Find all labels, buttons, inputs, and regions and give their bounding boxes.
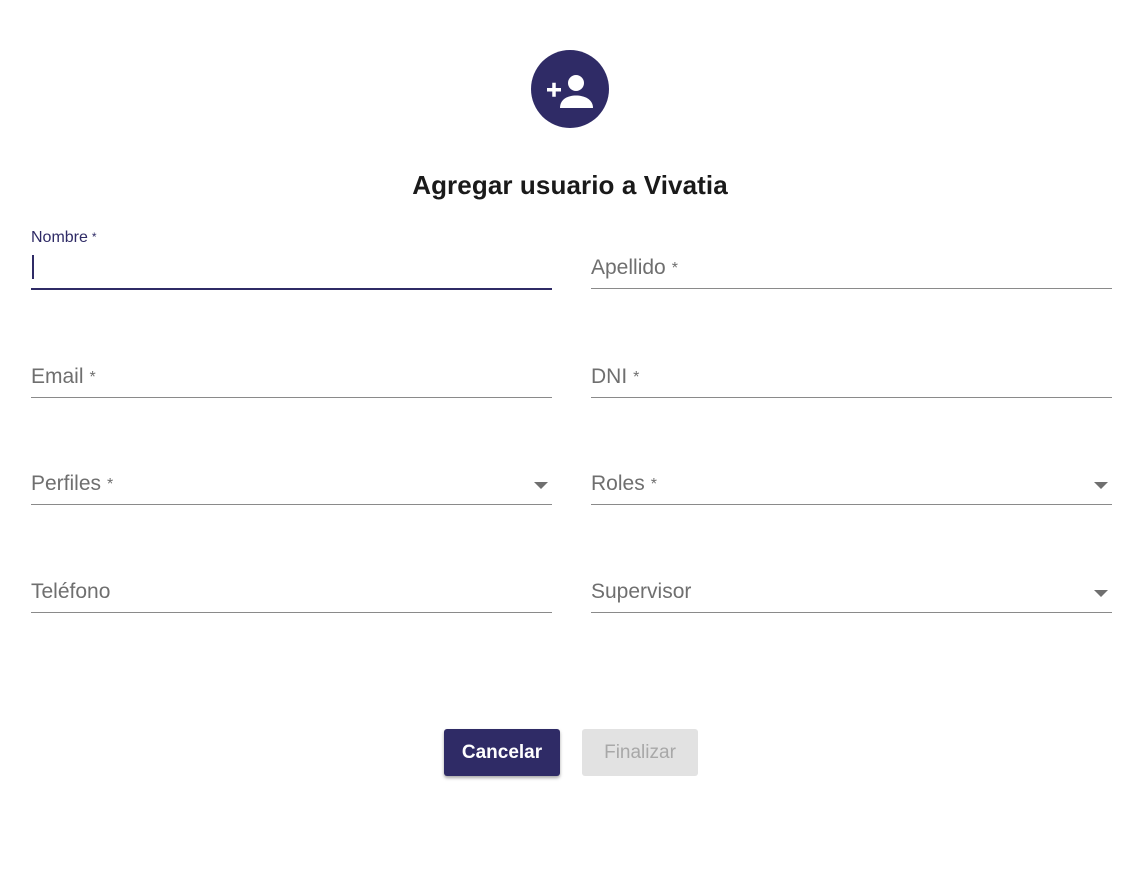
nombre-input[interactable]: [31, 258, 511, 284]
roles-select[interactable]: Roles *: [591, 445, 1112, 505]
dropdown-arrow-icon[interactable]: [1094, 482, 1108, 489]
add-user-dialog: Agregar usuario a Vivatia Nombre * Apelli…: [0, 0, 1140, 880]
required-mark: *: [107, 476, 114, 493]
supervisor-select[interactable]: Supervisor: [591, 553, 1112, 613]
cancel-button[interactable]: Cancelar: [444, 729, 560, 776]
nombre-label-text: Nombre: [31, 229, 88, 246]
perfiles-label-text: Perfiles: [31, 472, 102, 495]
email-underline: [31, 397, 552, 398]
email-field[interactable]: Email *: [31, 338, 552, 398]
finish-button[interactable]: Finalizar: [582, 729, 698, 776]
dialog-title: Agregar usuario a Vivatia: [412, 170, 728, 200]
dropdown-arrow-icon[interactable]: [1094, 590, 1108, 597]
perfiles-underline: [31, 504, 552, 505]
required-mark: *: [91, 230, 97, 244]
roles-label-text: Roles: [591, 472, 645, 495]
apellido-field[interactable]: Apellido *: [591, 229, 1112, 289]
nombre-field[interactable]: Nombre *: [31, 229, 552, 290]
apellido-underline: [591, 288, 1112, 289]
dni-field[interactable]: DNI *: [591, 338, 1112, 398]
nombre-underline: [31, 288, 552, 290]
apellido-input[interactable]: [591, 257, 1071, 283]
perfiles-label: Perfiles *: [31, 472, 113, 496]
telefono-underline: [31, 612, 552, 613]
perfiles-select[interactable]: Perfiles *: [31, 445, 552, 505]
nombre-label: Nombre *: [31, 229, 97, 247]
dropdown-arrow-icon[interactable]: [534, 482, 548, 489]
text-cursor: [32, 255, 34, 279]
dni-underline: [591, 397, 1112, 398]
dni-input[interactable]: [591, 366, 1071, 392]
required-mark: *: [650, 476, 657, 493]
telefono-field[interactable]: Teléfono: [31, 553, 552, 613]
supervisor-label: Supervisor: [591, 580, 692, 603]
roles-label: Roles *: [591, 472, 657, 496]
roles-underline: [591, 504, 1112, 505]
telefono-input[interactable]: [31, 581, 511, 607]
email-input[interactable]: [31, 366, 511, 392]
add-person-icon: [531, 50, 609, 128]
supervisor-underline: [591, 612, 1112, 613]
